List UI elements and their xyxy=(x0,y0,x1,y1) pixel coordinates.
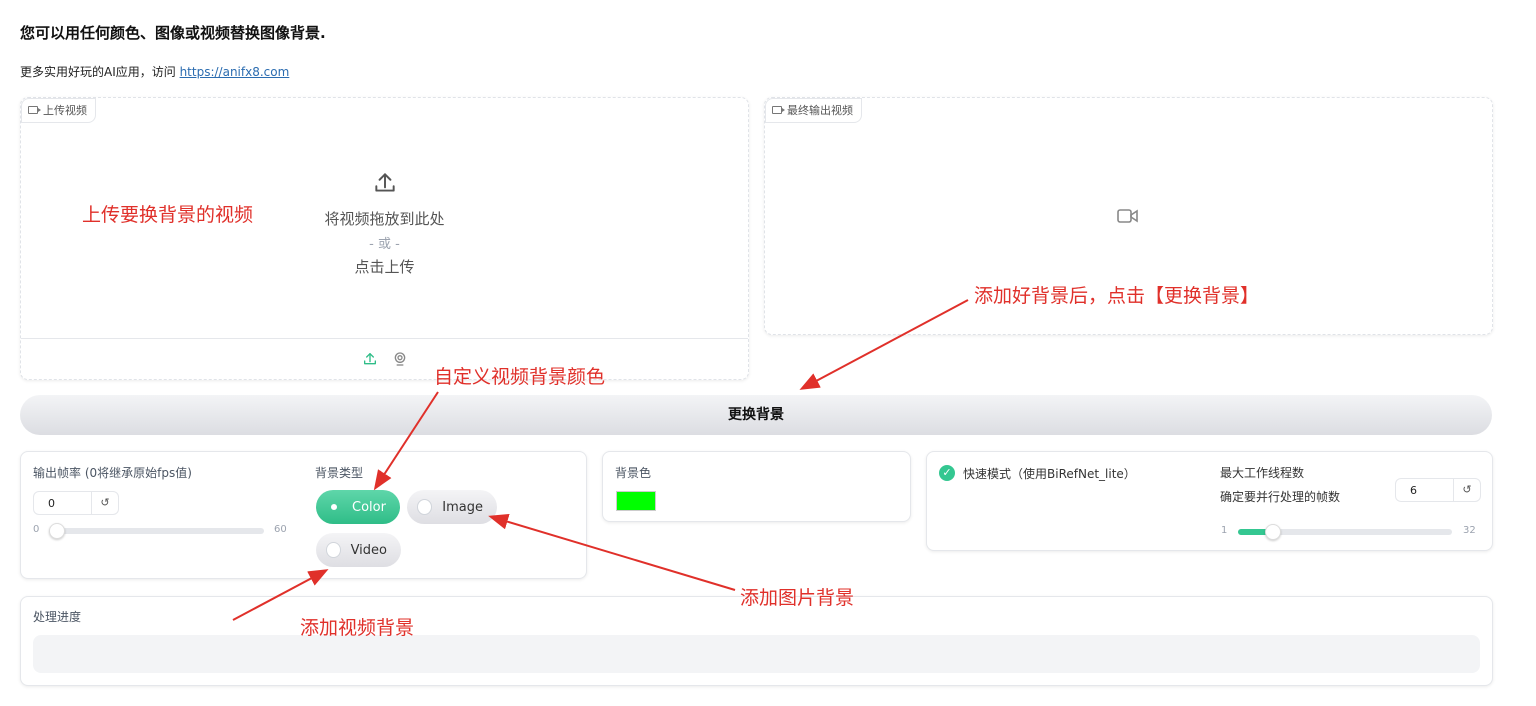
annotation-upload: 上传要换背景的视频 xyxy=(82,204,254,226)
promo-note: 更多实用好玩的AI应用，访问 https://anifx8.com xyxy=(20,63,289,80)
bg-color-panel: 背景色 xyxy=(602,451,911,522)
bg-color-swatch[interactable] xyxy=(616,491,656,511)
video-icon xyxy=(772,106,785,114)
bg-type-radio-video[interactable]: Video xyxy=(316,533,401,567)
fast-mode-label: 快速模式（使用BiRefNet_lite） xyxy=(963,467,1136,481)
radio-dot xyxy=(326,499,342,515)
upload-icon xyxy=(374,173,395,192)
video-placeholder-icon xyxy=(1117,209,1138,223)
fps-max: 60 xyxy=(274,524,287,535)
output-video-tag-label: 最终输出视频 xyxy=(787,104,853,117)
workers-min: 1 xyxy=(1221,525,1228,536)
workers-value: 6 xyxy=(1410,483,1417,497)
bg-type-radio-image[interactable]: Image xyxy=(407,490,497,524)
radio-dot xyxy=(326,542,341,558)
workers-max: 32 xyxy=(1463,525,1476,536)
bg-type-option-image: Image xyxy=(442,499,483,515)
bg-type-option-video: Video xyxy=(350,542,387,558)
fps-min: 0 xyxy=(33,524,40,535)
fps-reset-icon[interactable]: ↺ xyxy=(91,492,118,514)
workers-slider-thumb[interactable] xyxy=(1265,524,1281,540)
bg-color-label: 背景色 xyxy=(615,466,652,480)
fps-input[interactable]: 0 ↺ xyxy=(33,491,119,515)
annotation-color: 自定义视频背景颜色 xyxy=(434,366,606,388)
radio-dot xyxy=(417,499,433,515)
webcam-icon[interactable] xyxy=(392,351,408,367)
or-text: - 或 - xyxy=(369,237,400,252)
bg-type-label: 背景类型 xyxy=(315,466,364,480)
performance-panel: ✓ 快速模式（使用BiRefNet_lite） 最大工作线程数 确定要并行处理的… xyxy=(926,451,1493,551)
progress-bar xyxy=(33,635,1480,673)
upload-source-bar xyxy=(21,338,748,379)
annotation-click: 添加好背景后，点击【更换背景】 xyxy=(974,285,1260,307)
workers-slider[interactable] xyxy=(1238,524,1452,540)
fps-slider-thumb[interactable] xyxy=(49,523,65,539)
workers-desc: 确定要并行处理的帧数 xyxy=(1220,490,1341,504)
promo-note-text: 更多实用好玩的AI应用，访问 xyxy=(20,65,180,79)
workers-reset-icon[interactable]: ↺ xyxy=(1453,479,1480,501)
upload-video-panel[interactable]: 上传视频 将视频拖放到此处 - 或 - 点击上传 xyxy=(20,97,749,380)
annotation-video: 添加视频背景 xyxy=(300,617,415,639)
progress-label: 处理进度 xyxy=(33,610,82,624)
upload-video-tag-label: 上传视频 xyxy=(43,104,87,117)
fps-slider[interactable] xyxy=(49,523,264,539)
promo-link[interactable]: https://anifx8.com xyxy=(180,65,290,79)
click-upload-text: 点击上传 xyxy=(354,258,415,276)
upload-video-tag: 上传视频 xyxy=(21,98,96,123)
annotation-image: 添加图片背景 xyxy=(740,587,855,609)
video-icon xyxy=(28,106,41,114)
fast-mode-checkbox[interactable]: ✓ xyxy=(939,465,955,481)
fps-value: 0 xyxy=(48,496,55,510)
workers-input[interactable]: 6 ↺ xyxy=(1395,478,1481,502)
bg-type-option-color: Color xyxy=(352,499,386,515)
page-subtitle: 您可以用任何颜色、图像或视频替换图像背景. xyxy=(20,24,326,42)
replace-background-button[interactable]: 更换背景 xyxy=(20,395,1492,435)
fps-label: 输出帧率 (0将继承原始fps值) xyxy=(33,466,192,480)
bg-type-radio-color[interactable]: Color xyxy=(316,490,400,524)
output-video-tag: 最终输出视频 xyxy=(765,98,862,123)
upload-file-icon[interactable] xyxy=(362,351,378,367)
workers-label: 最大工作线程数 xyxy=(1220,466,1305,480)
settings-panel: 输出帧率 (0将继承原始fps值) 0 ↺ 0 60 背景类型 Color Im… xyxy=(20,451,587,579)
